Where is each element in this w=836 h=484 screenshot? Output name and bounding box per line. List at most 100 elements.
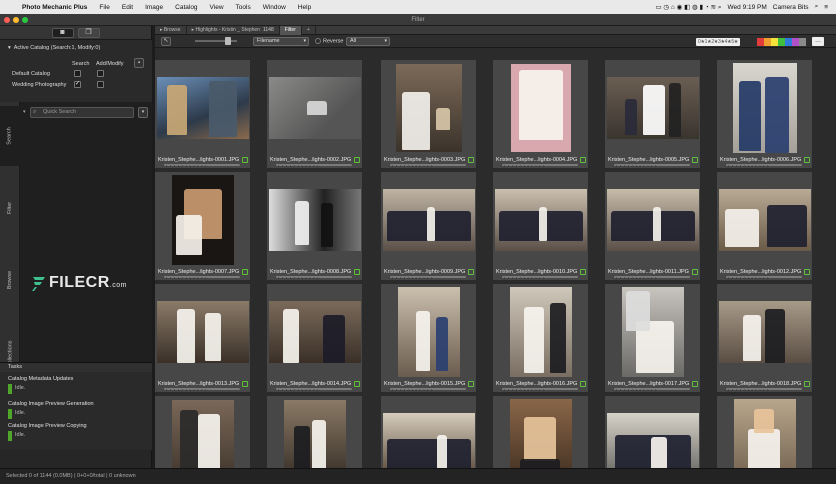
tag-checkbox[interactable] xyxy=(354,381,360,387)
photo-thumbnail[interactable] xyxy=(733,399,796,468)
photo-thumbnail[interactable] xyxy=(268,77,361,139)
thumbnail-cell[interactable]: Kristen_Stephe...lights-0004.JPG ••••••••… xyxy=(493,60,588,168)
swatch-blue[interactable] xyxy=(785,38,792,46)
photo-thumbnail[interactable] xyxy=(718,301,811,363)
thumbnail-cell[interactable]: Kristen_Stephe...lights-0007.JPG ••••••••… xyxy=(155,172,250,280)
photo-thumbnail[interactable] xyxy=(395,64,462,152)
clock[interactable]: Wed 9:19 PM xyxy=(728,4,767,11)
tag-checkbox[interactable] xyxy=(580,157,586,163)
tag-checkbox[interactable] xyxy=(468,157,474,163)
tag-checkbox[interactable] xyxy=(242,157,248,163)
thumbnail-cell[interactable] xyxy=(381,396,476,468)
menu-catalog[interactable]: Catalog xyxy=(169,4,203,11)
thumbnail-cell[interactable]: Kristen_Stephe...lights-0017.JPG ••••••••… xyxy=(605,284,700,392)
thumbnail-cell[interactable]: Kristen_Stephe...lights-0014.JPG ••••••••… xyxy=(267,284,362,392)
thumbnail-size-slider[interactable] xyxy=(195,37,237,45)
menu-list-icon[interactable]: ≡ xyxy=(824,4,828,11)
photo-thumbnail[interactable] xyxy=(171,175,234,265)
photo-thumbnail[interactable] xyxy=(268,301,361,363)
photo-thumbnail[interactable] xyxy=(606,77,699,139)
tag-checkbox[interactable] xyxy=(468,381,474,387)
thumbnail-cell[interactable]: Kristen_Stephe...lights-0009.JPG ••••••••… xyxy=(381,172,476,280)
camera-icon[interactable]: ◙ xyxy=(51,27,74,38)
photo-thumbnail[interactable] xyxy=(606,413,699,468)
tab-filter-sheet[interactable]: Filter xyxy=(279,25,302,35)
thumbnail-cell[interactable]: Kristen_Stephe...lights-0015.JPG ••••••••… xyxy=(381,284,476,392)
status-icons[interactable]: ▭ ◷ ⌂ ◉ ◧ ◍ ▮ ◔ ≋ ⌕ xyxy=(655,3,721,12)
catalog-header[interactable]: ▾ Active Catalog (Search:1, Modify:0) xyxy=(8,45,100,51)
disclosure-icon[interactable]: ▾ xyxy=(23,109,26,115)
tag-checkbox[interactable] xyxy=(242,381,248,387)
thumbnail-cell[interactable]: Kristen_Stephe...lights-0005.JPG ••••••••… xyxy=(605,60,700,168)
quick-search-input[interactable]: ⌕ Quick Search xyxy=(30,107,134,118)
photo-thumbnail[interactable] xyxy=(382,413,475,468)
tab-browse-sheet[interactable]: ▸ Browse xyxy=(155,25,187,35)
swatch-green[interactable] xyxy=(778,38,785,46)
swatch-yellow[interactable] xyxy=(771,38,778,46)
swatch-gray[interactable] xyxy=(799,38,806,46)
windows-icon[interactable]: ❐ xyxy=(77,27,100,38)
sort-select[interactable]: Filename xyxy=(253,37,309,46)
search-options-button[interactable]: ▾ xyxy=(138,107,148,118)
tag-checkbox[interactable] xyxy=(242,269,248,275)
thumbnail-cell[interactable]: Kristen_Stephe...lights-0013.JPG ••••••••… xyxy=(155,284,250,392)
tag-checkbox[interactable] xyxy=(804,269,810,275)
thumbnail-cell[interactable] xyxy=(155,396,250,468)
tag-checkbox[interactable] xyxy=(692,157,698,163)
photo-thumbnail[interactable] xyxy=(510,64,571,152)
menu-tools[interactable]: Tools xyxy=(230,4,257,11)
tag-checkbox[interactable] xyxy=(580,381,586,387)
tag-checkbox[interactable] xyxy=(354,269,360,275)
thumbnail-cell[interactable] xyxy=(267,396,362,468)
tag-checkbox[interactable] xyxy=(354,157,360,163)
zoom-window-icon[interactable] xyxy=(22,17,28,23)
menu-help[interactable]: Help xyxy=(292,4,317,11)
default-catalog-search-checkbox[interactable] xyxy=(74,70,81,77)
catalog-menu-button[interactable]: ▪ xyxy=(134,58,144,68)
tag-checkbox[interactable] xyxy=(692,269,698,275)
thumbnail-cell[interactable]: Kristen_Stephe...lights-0003.JPG ••••••••… xyxy=(381,60,476,168)
wedding-catalog-search-checkbox[interactable]: ✓ xyxy=(74,81,81,88)
thumbnail-cell[interactable]: Kristen_Stephe...lights-0010.JPG ••••••••… xyxy=(493,172,588,280)
photo-thumbnail[interactable] xyxy=(509,287,572,377)
default-catalog-modify-checkbox[interactable] xyxy=(97,70,104,77)
menu-app[interactable]: Photo Mechanic Plus xyxy=(16,4,93,11)
thumbnail-cell[interactable]: Kristen_Stephe...lights-0012.JPG ••••••••… xyxy=(717,172,812,280)
more-options-button[interactable]: … xyxy=(812,37,824,46)
slider-knob[interactable] xyxy=(225,37,231,45)
photo-thumbnail[interactable] xyxy=(156,77,249,139)
tag-checkbox[interactable] xyxy=(468,269,474,275)
thumbnail-cell[interactable] xyxy=(493,396,588,468)
tab-highlights[interactable]: ▸ Highlights - Kristin _ Stephen 1148 xyxy=(187,25,280,35)
menu-view[interactable]: View xyxy=(204,4,230,11)
tab-filter[interactable]: Filter xyxy=(0,178,20,238)
thumbnail-cell[interactable] xyxy=(605,396,700,468)
swatch-red[interactable] xyxy=(757,38,764,46)
swatch-purple[interactable] xyxy=(792,38,799,46)
thumbnail-cell[interactable]: Kristen_Stephe...lights-0001.JPG ••••••••… xyxy=(155,60,250,168)
tag-checkbox[interactable] xyxy=(580,269,586,275)
thumbnail-cell[interactable] xyxy=(717,396,812,468)
tab-browse[interactable]: Browse xyxy=(0,250,20,310)
add-tab-button[interactable]: + xyxy=(302,25,316,35)
photo-thumbnail[interactable] xyxy=(606,189,699,251)
filter-select[interactable]: All xyxy=(346,37,390,46)
thumbnail-cell[interactable]: Kristen_Stephe...lights-0002.JPG ••••••••… xyxy=(267,60,362,168)
reverse-toggle[interactable]: Reverse xyxy=(315,38,343,44)
photo-thumbnail[interactable] xyxy=(621,287,684,377)
photo-thumbnail[interactable] xyxy=(509,399,572,468)
tag-checkbox[interactable] xyxy=(692,381,698,387)
reverse-radio[interactable] xyxy=(315,38,321,44)
tag-checkbox[interactable] xyxy=(804,381,810,387)
photo-thumbnail[interactable] xyxy=(494,189,587,251)
thumbnail-cell[interactable]: Kristen_Stephe...lights-0008.JPG ••••••••… xyxy=(267,172,362,280)
photo-thumbnail[interactable] xyxy=(382,189,475,251)
thumbnail-cell[interactable]: Kristen_Stephe...lights-0011.JPG ••••••••… xyxy=(605,172,700,280)
thumbnail-cell[interactable]: Kristen_Stephe...lights-0018.JPG ••••••••… xyxy=(717,284,812,392)
rating-filter[interactable]: 0★1★2★3★4★5★ xyxy=(696,38,740,46)
photo-thumbnail[interactable] xyxy=(283,400,346,468)
menu-file[interactable]: File xyxy=(93,4,115,11)
photo-thumbnail[interactable] xyxy=(718,189,811,251)
photo-thumbnail[interactable] xyxy=(156,301,249,363)
thumbnail-cell[interactable]: Kristen_Stephe...lights-0016.JPG ••••••••… xyxy=(493,284,588,392)
